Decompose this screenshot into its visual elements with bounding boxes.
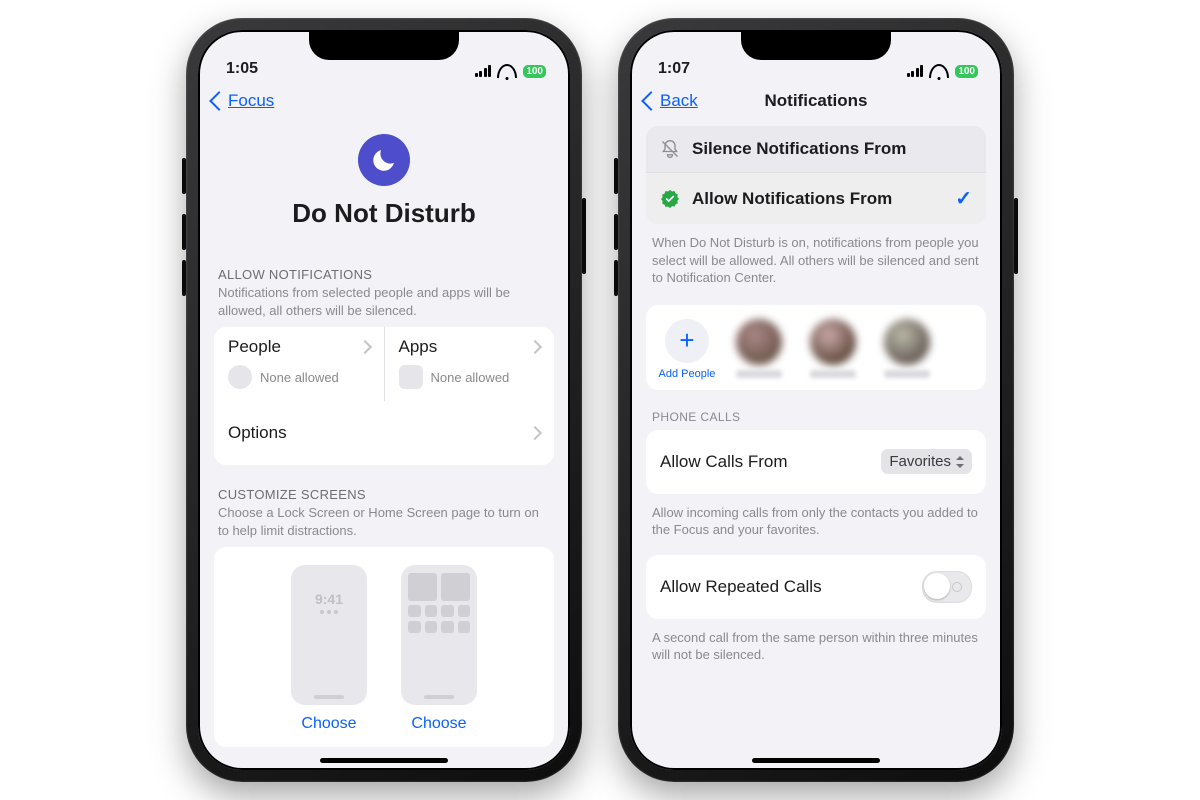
nav-bar: Back Notifications [630, 80, 1002, 122]
plus-icon: + [665, 319, 709, 363]
repeated-calls-footer: A second call from the same person withi… [652, 629, 980, 664]
repeated-calls-toggle[interactable] [922, 571, 972, 603]
people-label: People [228, 337, 281, 357]
mock-time: 9:41 [298, 591, 360, 607]
allowed-person[interactable] [802, 319, 864, 378]
repeated-calls-label: Allow Repeated Calls [660, 577, 922, 597]
apps-label: Apps [399, 337, 438, 357]
cellular-icon [907, 65, 924, 77]
homescreen-preview[interactable]: Choose [401, 565, 477, 733]
toggle-off-icon [952, 582, 962, 592]
notch [309, 30, 459, 60]
people-cell[interactable]: People None allowed [214, 327, 385, 401]
checkmark-seal-icon [660, 189, 680, 209]
screens-card: 9:41 Choose [214, 547, 554, 747]
chevron-left-icon [209, 91, 229, 111]
add-people-button[interactable]: + Add People [658, 319, 716, 380]
apps-placeholder-icon [399, 365, 423, 389]
allow-sub: Notifications from selected people and a… [218, 284, 550, 319]
battery-icon: 100 [955, 65, 978, 78]
iphone-left: 1:05 100 Focus Do Not Distu [186, 18, 582, 782]
back-label: Focus [228, 91, 274, 111]
screen-right: 1:07 100 Back Notifications [630, 30, 1002, 770]
apps-cell[interactable]: Apps None allowed [385, 327, 555, 401]
silence-option[interactable]: Silence Notifications From [646, 126, 986, 172]
mock-homebar-icon [314, 695, 344, 699]
notifications-content[interactable]: Silence Notifications From Allow Notific… [630, 120, 1002, 770]
allow-card: People None allowed Apps [214, 327, 554, 465]
screens-header: CUSTOMIZE SCREENS [218, 487, 550, 502]
updown-icon [956, 456, 964, 468]
checkmark-icon: ✓ [955, 186, 972, 211]
battery-icon: 100 [523, 65, 546, 78]
people-status: None allowed [260, 370, 339, 385]
status-time: 1:07 [658, 60, 690, 78]
wifi-icon [929, 64, 949, 78]
back-button[interactable]: Focus [212, 91, 274, 111]
allow-calls-value: Favorites [889, 453, 951, 470]
choose-lockscreen-button[interactable]: Choose [301, 715, 356, 733]
segment-footer: When Do Not Disturb is on, notifications… [652, 234, 980, 287]
focus-hero: Do Not Disturb [214, 120, 554, 249]
auto-header: TURN ON AUTOMATICALLY [218, 769, 550, 770]
notch [741, 30, 891, 60]
avatar-icon [810, 319, 856, 365]
iphone-right: 1:07 100 Back Notifications [618, 18, 1014, 782]
repeated-calls-card: Allow Repeated Calls [646, 555, 986, 619]
allowed-person[interactable] [876, 319, 938, 378]
nav-bar: Focus [198, 80, 570, 122]
repeated-calls-row: Allow Repeated Calls [646, 555, 986, 619]
allow-calls-card: Allow Calls From Favorites [646, 430, 986, 494]
people-placeholder-icon [228, 365, 252, 389]
status-time: 1:05 [226, 60, 258, 78]
allow-calls-footer: Allow incoming calls from only the conta… [652, 504, 980, 539]
allowed-person[interactable] [728, 319, 790, 378]
focus-title: Do Not Disturb [292, 198, 475, 229]
allow-calls-picker[interactable]: Favorites [881, 449, 972, 474]
home-indicator [752, 758, 880, 763]
options-row[interactable]: Options [214, 401, 554, 465]
add-people-label: Add People [659, 368, 716, 380]
allow-calls-from-row[interactable]: Allow Calls From Favorites [646, 430, 986, 494]
toggle-knob-icon [924, 573, 950, 599]
phone-calls-header: PHONE CALLS [652, 410, 980, 424]
nav-title: Notifications [630, 91, 1002, 111]
mock-appgrid-icon [408, 573, 470, 633]
home-indicator [320, 758, 448, 763]
allow-option[interactable]: Allow Notifications From ✓ [646, 172, 986, 224]
wifi-icon [497, 64, 517, 78]
chevron-right-icon [528, 340, 542, 354]
chevron-right-icon [528, 426, 542, 440]
mock-widgets-icon [298, 610, 360, 614]
mock-homebar-icon [424, 695, 454, 699]
lockscreen-preview[interactable]: 9:41 Choose [291, 565, 367, 733]
silence-label: Silence Notifications From [692, 139, 906, 159]
allow-label: Allow Notifications From [692, 189, 892, 209]
screen-left: 1:05 100 Focus Do Not Distu [198, 30, 570, 770]
bell-slash-icon [660, 139, 680, 159]
cellular-icon [475, 65, 492, 77]
allow-header: ALLOW NOTIFICATIONS [218, 267, 550, 282]
options-label: Options [228, 423, 530, 443]
apps-status: None allowed [431, 370, 510, 385]
screens-sub: Choose a Lock Screen or Home Screen page… [218, 504, 550, 539]
allowed-people-card: + Add People [646, 305, 986, 390]
chevron-right-icon [357, 340, 371, 354]
silence-allow-segment: Silence Notifications From Allow Notific… [646, 126, 986, 224]
avatar-icon [884, 319, 930, 365]
avatar-icon [736, 319, 782, 365]
choose-homescreen-button[interactable]: Choose [411, 715, 466, 733]
settings-content[interactable]: Do Not Disturb ALLOW NOTIFICATIONS Notif… [198, 120, 570, 770]
allow-calls-label: Allow Calls From [660, 452, 881, 472]
moon-icon [358, 134, 410, 186]
